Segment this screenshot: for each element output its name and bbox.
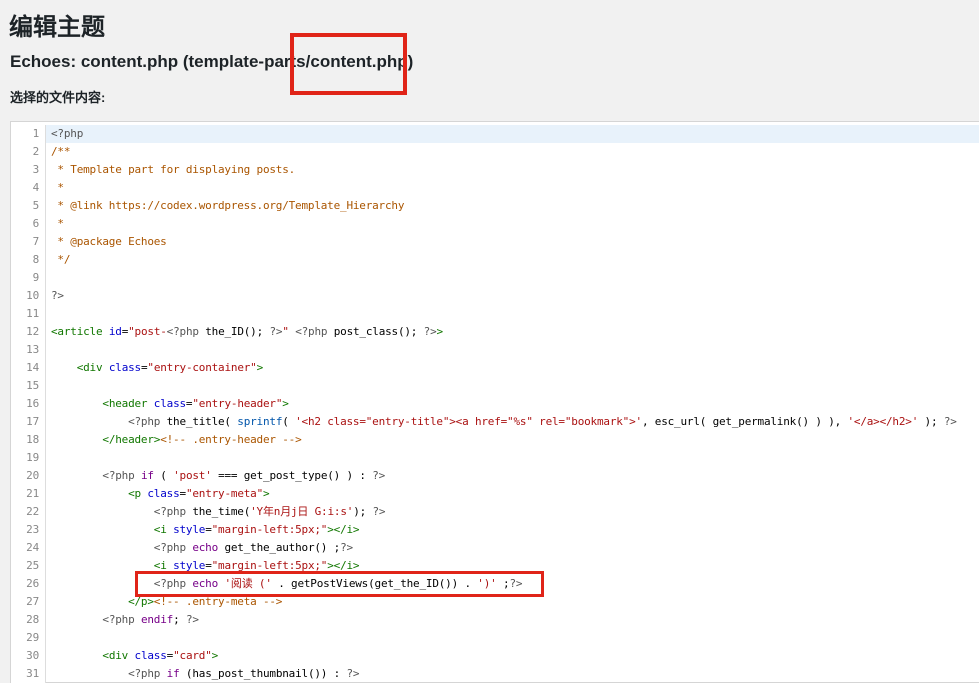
code-text: <div class="entry-container">: [76, 361, 264, 374]
code-text: *: [51, 217, 64, 230]
line-number: 28: [11, 611, 46, 629]
line-number: 29: [11, 629, 46, 647]
line-number: 15: [11, 377, 46, 395]
code-text: <i style="margin-left:5px;"></i>: [153, 523, 360, 536]
code-line[interactable]: 19: [11, 449, 979, 467]
line-number: 14: [11, 359, 46, 377]
line-number: 10: [11, 287, 46, 305]
code-text: <article id="post-<?php the_ID(); ?>" <?…: [51, 325, 443, 338]
line-number: 18: [11, 431, 46, 449]
code-text: </header><!-- .entry-header -->: [102, 433, 302, 446]
code-line[interactable]: 3 * Template part for displaying posts.: [11, 161, 979, 179]
code-text: */: [51, 253, 71, 266]
line-number: 17: [11, 413, 46, 431]
line-number: 30: [11, 647, 46, 665]
line-number: 7: [11, 233, 46, 251]
line-number: 1: [11, 125, 46, 143]
code-text: /**: [51, 145, 71, 158]
line-number: 23: [11, 521, 46, 539]
line-number: 31: [11, 665, 46, 683]
code-line[interactable]: 16 <header class="entry-header">: [11, 395, 979, 413]
code-line[interactable]: 23 <i style="margin-left:5px;"></i>: [11, 521, 979, 539]
annotation-box-filename: [290, 33, 407, 95]
code-text: <p class="entry-meta">: [128, 487, 270, 500]
code-text: <?php if (has_post_thumbnail()) : ?>: [128, 667, 360, 680]
code-line[interactable]: 10 ?>: [11, 287, 979, 305]
code-line[interactable]: 29: [11, 629, 979, 647]
code-text: <?php if ( 'post' === get_post_type() ) …: [102, 469, 386, 482]
line-number: 19: [11, 449, 46, 467]
line-number: 24: [11, 539, 46, 557]
code-line[interactable]: 31 <?php if (has_post_thumbnail()) : ?>: [11, 665, 979, 683]
annotation-box-code-line26: [135, 571, 544, 597]
line-number: 22: [11, 503, 46, 521]
code-line[interactable]: 30 <div class="card">: [11, 647, 979, 665]
code-line[interactable]: 7 * @package Echoes: [11, 233, 979, 251]
code-line[interactable]: 12 <article id="post-<?php the_ID(); ?>" …: [11, 323, 979, 341]
code-line[interactable]: 1 <?php: [11, 125, 979, 143]
code-line[interactable]: 2 /**: [11, 143, 979, 161]
code-text: <?php: [46, 125, 979, 143]
line-number: 11: [11, 305, 46, 323]
line-number: 25: [11, 557, 46, 575]
code-line[interactable]: 15: [11, 377, 979, 395]
code-line[interactable]: 6 *: [11, 215, 979, 233]
code-line[interactable]: 13: [11, 341, 979, 359]
line-number: 27: [11, 593, 46, 611]
code-text: <?php the_time('Y年n月j日 G:i:s'); ?>: [153, 505, 386, 518]
code-text: <header class="entry-header">: [102, 397, 289, 410]
code-editor[interactable]: 1 <?php 2 /** 3 * Template part for displayi…: [10, 121, 979, 683]
code-line[interactable]: 24 <?php echo get_the_author() ;?>: [11, 539, 979, 557]
code-text: * Template part for displaying posts.: [51, 163, 296, 176]
code-line[interactable]: 11: [11, 305, 979, 323]
code-line[interactable]: 28 <?php endif; ?>: [11, 611, 979, 629]
code-line[interactable]: 17 <?php the_title( sprintf( '<h2 class=…: [11, 413, 979, 431]
code-lines-container: 1 <?php 2 /** 3 * Template part for displayi…: [11, 122, 979, 683]
line-number: 6: [11, 215, 46, 233]
code-line[interactable]: 20 <?php if ( 'post' === get_post_type()…: [11, 467, 979, 485]
code-text: ?>: [51, 289, 64, 302]
code-line[interactable]: 5 * @link https://codex.wordpress.org/Te…: [11, 197, 979, 215]
line-number: 5: [11, 197, 46, 215]
code-text: *: [51, 181, 64, 194]
code-text: * @link https://codex.wordpress.org/Temp…: [51, 199, 405, 212]
line-number: 12: [11, 323, 46, 341]
code-text: <div class="card">: [102, 649, 219, 662]
code-text: * @package Echoes: [51, 235, 167, 248]
line-number: 20: [11, 467, 46, 485]
line-number: 2: [11, 143, 46, 161]
code-text: <?php echo get_the_author() ;?>: [153, 541, 353, 554]
line-number: 8: [11, 251, 46, 269]
line-number: 13: [11, 341, 46, 359]
line-number: 16: [11, 395, 46, 413]
code-line[interactable]: 18 </header><!-- .entry-header -->: [11, 431, 979, 449]
code-line[interactable]: 4 *: [11, 179, 979, 197]
page-title: 编辑主题: [9, 14, 105, 41]
code-line[interactable]: 21 <p class="entry-meta">: [11, 485, 979, 503]
line-number: 26: [11, 575, 46, 593]
file-content-label: 选择的文件内容:: [10, 90, 106, 105]
code-text: <?php the_title( sprintf( '<h2 class="en…: [128, 415, 957, 428]
code-text: <?php endif; ?>: [102, 613, 199, 626]
code-line[interactable]: 8 */: [11, 251, 979, 269]
line-number: 21: [11, 485, 46, 503]
code-line[interactable]: 9: [11, 269, 979, 287]
code-line[interactable]: 22 <?php the_time('Y年n月j日 G:i:s'); ?>: [11, 503, 979, 521]
line-number: 9: [11, 269, 46, 287]
line-number: 4: [11, 179, 46, 197]
code-line[interactable]: 14 <div class="entry-container">: [11, 359, 979, 377]
line-number: 3: [11, 161, 46, 179]
